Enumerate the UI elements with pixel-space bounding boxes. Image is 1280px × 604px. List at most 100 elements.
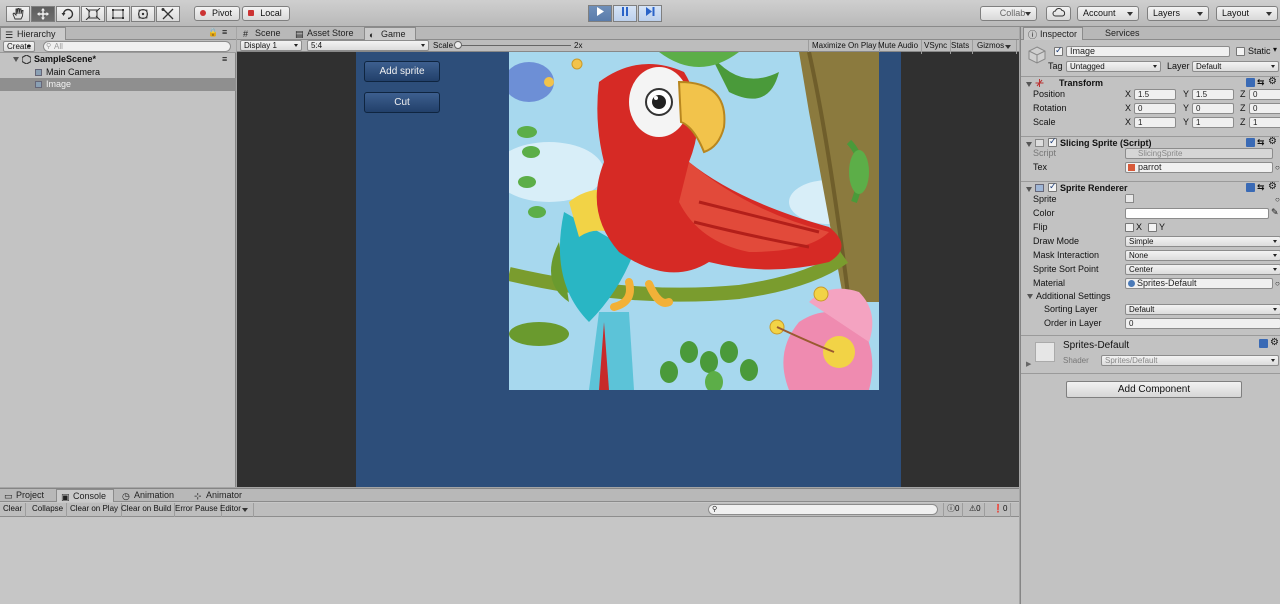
editor-dropdown[interactable]: Editor [217,503,254,517]
collapse-toggle[interactable]: Collapse [29,503,68,517]
add-sprite-button[interactable]: Add sprite [364,61,440,82]
collab-dropdown[interactable]: Collab [980,6,1037,21]
display-dropdown[interactable]: Display 1 [240,40,302,51]
mask-interaction-dropdown[interactable]: None [1125,250,1280,261]
axis-z-label[interactable]: Z [1240,89,1246,100]
axis-z-label[interactable]: Z [1240,103,1246,114]
hand-icon[interactable] [6,6,30,22]
transform-rotation-z-input[interactable]: 0 [1249,103,1280,114]
tab-inspector[interactable]: ⓘ Inspector [1023,27,1083,40]
settings-gear-icon[interactable]: ⚙ [1268,76,1277,87]
axis-x-label[interactable]: X [1125,89,1131,100]
add-component-button[interactable]: Add Component [1066,381,1242,398]
sprite-sort-point-dropdown[interactable]: Center [1125,264,1280,275]
flip-y-checkbox[interactable] [1148,223,1157,232]
tag-dropdown[interactable]: Untagged [1066,61,1161,72]
order-in-layer-input[interactable]: 0 [1125,318,1280,329]
active-checkbox[interactable] [1054,45,1063,56]
play-button[interactable] [588,5,612,22]
panel-menu-icon[interactable]: ≡ [222,27,227,37]
expand-material-icon[interactable]: ▶ [1026,360,1031,368]
preset-icon[interactable]: ⇆ [1257,137,1265,148]
axis-y-label[interactable]: Y [1183,117,1189,128]
tab-game[interactable]: ◐ Game [364,27,416,40]
hierarchy-search-input[interactable]: ⚲ All [43,41,231,52]
clear-button[interactable]: Clear [0,503,27,517]
aspect-dropdown[interactable]: 5:4 [307,40,429,51]
pivot-button[interactable]: Pivot [194,6,240,21]
vsync-toggle[interactable]: VSync [921,40,952,54]
lock-icon[interactable]: 🔒 [208,28,218,37]
tab-services[interactable]: Services [1093,27,1153,40]
pause-button[interactable] [613,5,637,22]
scale-slider-thumb[interactable] [454,41,462,49]
expand-triangle-icon[interactable] [13,57,19,62]
scale-icon[interactable] [81,6,105,22]
expand-triangle-icon[interactable] [1027,294,1033,299]
transform-header[interactable]: Transform ⇆ ⚙ [1021,76,1279,89]
shader-dropdown[interactable]: Sprites/Default [1101,355,1279,366]
transform-icon[interactable] [131,6,155,22]
rotate-icon[interactable] [56,6,80,22]
clear-on-play-toggle[interactable]: Clear on Play [67,503,123,517]
layers-dropdown[interactable]: Layers [1147,6,1209,21]
layer-dropdown[interactable]: Default [1192,61,1279,72]
tab-animation[interactable]: ◷ Animation [118,489,184,502]
flip-x-checkbox[interactable] [1125,223,1134,232]
draw-mode-dropdown[interactable]: Simple [1125,236,1280,247]
error-pause-toggle[interactable]: Error Pause [172,503,222,517]
preset-icon[interactable]: ⇆ [1257,182,1265,193]
sorting-layer-dropdown[interactable]: Default [1125,304,1280,315]
transform-position-x-input[interactable]: 1.5 [1134,89,1176,100]
create-dropdown[interactable]: Create [3,41,35,52]
tab-asset-store[interactable]: ▤ Asset Store [291,27,363,40]
help-icon[interactable] [1246,78,1255,87]
move-icon[interactable] [31,6,55,22]
preset-icon[interactable]: ⇆ [1257,77,1265,88]
tab-hierarchy[interactable]: ☰ Hierarchy [0,27,66,40]
settings-gear-icon[interactable]: ⚙ [1270,337,1279,348]
tab-console[interactable]: ▣ Console [56,489,114,502]
settings-gear-icon[interactable]: ⚙ [1268,181,1277,192]
color-swatch[interactable] [1125,208,1269,219]
stats-toggle[interactable]: Stats [948,40,974,54]
transform-rotation-y-input[interactable]: 0 [1192,103,1234,114]
log-count-toggle[interactable]: ⓘ0 [943,503,964,517]
clear-on-build-toggle[interactable]: Clear on Build [118,503,176,517]
axis-x-label[interactable]: X [1125,103,1131,114]
sprite-field[interactable] [1125,194,1273,205]
help-icon[interactable] [1246,138,1255,147]
axis-x-label[interactable]: X [1125,117,1131,128]
object-picker-icon[interactable]: ○ [1275,195,1280,204]
collapse-triangle-icon[interactable] [1026,187,1032,192]
object-picker-icon[interactable]: ○ [1275,163,1280,172]
transform-scale-y-input[interactable]: 1 [1192,117,1234,128]
transform-scale-z-input[interactable]: 1 [1249,117,1280,128]
transform-position-y-input[interactable]: 1.5 [1192,89,1234,100]
transform-scale-x-input[interactable]: 1 [1134,117,1176,128]
tab-project[interactable]: ▭ Project [0,489,52,502]
rect-tool-icon[interactable] [106,6,130,22]
transform-rotation-x-input[interactable]: 0 [1134,103,1176,114]
error-count-toggle[interactable]: ❗0 [990,503,1012,517]
tab-animator[interactable]: ⊹ Animator [190,489,252,502]
cut-button[interactable]: Cut [364,92,440,113]
object-name-input[interactable]: Image [1066,46,1230,57]
axis-z-label[interactable]: Z [1240,117,1246,128]
sprite-renderer-enabled-checkbox[interactable] [1048,181,1057,192]
sprite-renderer-header[interactable]: Sprite Renderer ⇆ ⚙ [1021,181,1279,194]
hierarchy-item-image[interactable]: Image [0,78,236,91]
scene-row[interactable]: SampleScene* ≡ [0,53,236,66]
tex-field[interactable]: parrot [1125,162,1273,173]
gizmos-dropdown[interactable]: Gizmos [974,40,1018,54]
console-search-input[interactable]: ⚲ [708,504,938,515]
help-icon[interactable] [1246,183,1255,192]
help-icon[interactable] [1259,339,1268,348]
axis-y-label[interactable]: Y [1183,89,1189,100]
cloud-button[interactable] [1046,6,1071,21]
local-button[interactable]: Local [242,6,290,21]
eyedropper-icon[interactable]: ✎ [1271,207,1279,218]
custom-tool-icon[interactable] [156,6,180,22]
layout-dropdown[interactable]: Layout [1216,6,1278,21]
warning-count-toggle[interactable]: ⚠0 [966,503,985,517]
